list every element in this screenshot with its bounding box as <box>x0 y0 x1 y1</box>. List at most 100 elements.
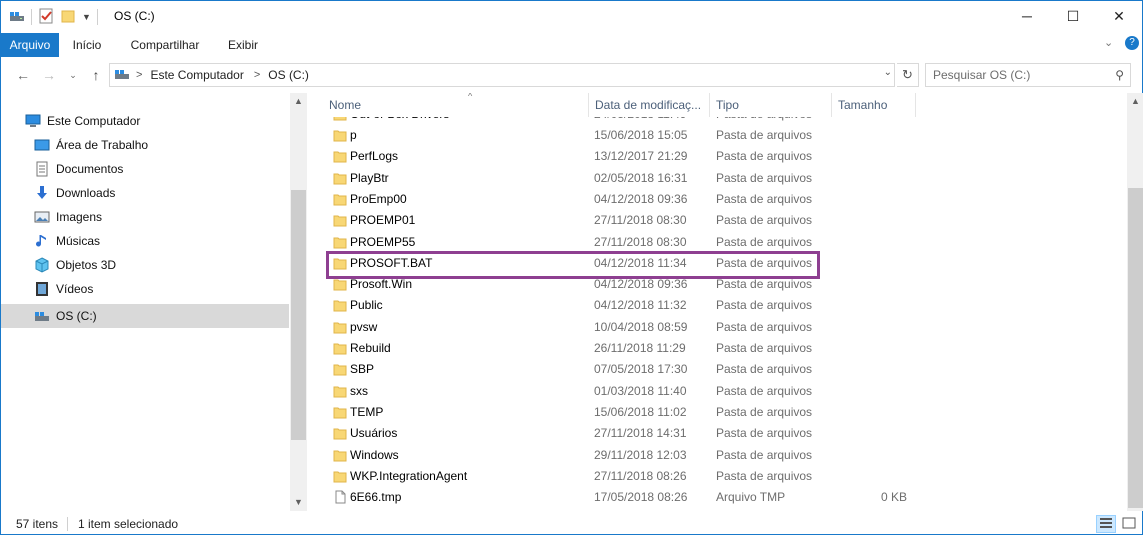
nav-item-downloads[interactable]: Downloads <box>1 181 289 205</box>
file-date: 29/11/2018 12:03 <box>594 447 687 462</box>
window-title: OS (C:) <box>114 9 155 23</box>
close-button[interactable]: ✕ <box>1096 1 1142 31</box>
nav-item-documentos[interactable]: Documentos <box>1 157 289 181</box>
list-item[interactable]: 6E66.tmp 17/05/2018 08:26 Arquivo TMP 0 KB <box>327 487 1127 508</box>
title-bar: ▼ OS (C:) ─ ☐ ✕ <box>1 1 1142 33</box>
search-input[interactable] <box>926 64 1106 86</box>
refresh-icon: ↻ <box>902 67 913 82</box>
nav-pane-scrollbar[interactable]: ▲ ▼ <box>290 93 307 511</box>
list-item[interactable]: pvsw 10/04/2018 08:59 Pasta de arquivos <box>327 317 1127 338</box>
folder-icon <box>333 128 347 142</box>
breadcrumb-separator[interactable]: > <box>136 69 142 81</box>
nav-item-label: OS (C:) <box>56 309 97 323</box>
folder-icon <box>333 171 347 185</box>
list-item[interactable]: SBP 07/05/2018 17:30 Pasta de arquivos <box>327 359 1127 380</box>
address-bar[interactable]: > Este Computador > OS (C:) ⌄ <box>109 63 895 87</box>
file-date: 15/06/2018 11:02 <box>594 404 687 419</box>
up-arrow-icon: ↑ <box>92 67 100 83</box>
file-type: Pasta de arquivos <box>716 298 813 313</box>
scrollbar-thumb[interactable] <box>1128 188 1143 508</box>
list-item[interactable]: Usuários 27/11/2018 14:31 Pasta de arquivo… <box>327 423 1127 444</box>
file-type: Pasta de arquivos <box>716 468 813 483</box>
customize-toolbar-icon[interactable]: ▼ <box>82 12 91 22</box>
search-icon[interactable]: ⚲ <box>1115 68 1124 82</box>
list-item[interactable]: p 15/06/2018 15:05 Pasta de arquivos <box>327 125 1127 146</box>
address-dropdown-icon[interactable]: ⌄ <box>884 67 892 78</box>
file-type: Pasta de arquivos <box>716 383 813 398</box>
file-type: Pasta de arquivos <box>716 404 813 419</box>
column-header-tipo[interactable]: Tipo <box>710 93 832 117</box>
nav-item-label: Imagens <box>56 210 103 224</box>
file-type: Pasta de arquivos <box>716 426 813 441</box>
recent-locations-button[interactable]: ⌄ <box>63 65 83 85</box>
list-item[interactable]: PROEMP01 27/11/2018 08:30 Pasta de arquivo… <box>327 210 1127 231</box>
list-item[interactable]: sxs 01/03/2018 11:40 Pasta de arquivos <box>327 381 1127 402</box>
file-type: Pasta de arquivos <box>716 128 813 142</box>
file-type: Pasta de arquivos <box>716 149 813 164</box>
chevron-down-icon: ⌄ <box>69 69 77 80</box>
up-button[interactable]: ↑ <box>86 65 106 85</box>
address-row: ← → ⌄ ↑ > Este Computador > OS (C:) ⌄ ↻ … <box>1 59 1142 91</box>
tab-exibir[interactable]: Exibir <box>219 33 267 57</box>
list-item[interactable]: Windows 29/11/2018 12:03 Pasta de arquivos <box>327 445 1127 466</box>
nav-item-videos[interactable]: Vídeos <box>1 277 289 301</box>
refresh-button[interactable]: ↻ <box>897 63 919 87</box>
scroll-up-icon[interactable]: ▲ <box>290 93 307 110</box>
help-icon[interactable]: ? <box>1125 36 1139 50</box>
maximize-button[interactable]: ☐ <box>1050 1 1096 31</box>
back-button[interactable]: ← <box>13 65 33 85</box>
file-name: pvsw <box>350 319 378 334</box>
folder-icon <box>333 362 347 376</box>
breadcrumb-separator[interactable]: > <box>254 69 260 81</box>
search-box[interactable]: ⚲ <box>925 63 1131 87</box>
scrollbar-thumb[interactable] <box>291 190 306 440</box>
file-list-scrollbar[interactable]: ▲ <box>1127 93 1143 511</box>
tab-inicio[interactable]: Início <box>63 33 111 57</box>
file-name: sxs <box>350 383 368 398</box>
column-header-data[interactable]: Data de modificaç... <box>589 93 710 117</box>
file-size: 0 KB <box>880 490 907 505</box>
breadcrumb-este-computador[interactable]: Este Computador <box>150 68 243 82</box>
column-header-tamanho[interactable]: Tamanho <box>832 93 916 117</box>
list-item[interactable]: TEMP 15/06/2018 11:02 Pasta de arquivos <box>327 402 1127 423</box>
explorer-window: ▼ OS (C:) ─ ☐ ✕ Arquivo Início Compartil… <box>0 0 1143 535</box>
drive-icon[interactable] <box>9 9 25 26</box>
file-date: 07/05/2018 17:30 <box>594 362 688 377</box>
details-view-button[interactable] <box>1096 515 1116 533</box>
column-header-nome[interactable]: Nome ^ <box>323 93 589 117</box>
nav-item-este-computador[interactable]: Este Computador <box>1 109 289 133</box>
minimize-button[interactable]: ─ <box>1004 1 1050 31</box>
expand-ribbon-icon[interactable]: ⌄ <box>1104 36 1113 49</box>
list-item[interactable]: PROEMP55 27/11/2018 08:30 Pasta de arquivo… <box>327 232 1127 253</box>
folder-icon <box>333 448 347 462</box>
list-item[interactable]: Rebuild 26/11/2018 11:29 Pasta de arquivos <box>327 338 1127 359</box>
nav-item-musicas[interactable]: Músicas <box>1 229 289 253</box>
drive-icon <box>34 308 50 324</box>
list-item[interactable]: ProEmp00 04/12/2018 09:36 Pasta de arquivo… <box>327 189 1127 210</box>
forward-button[interactable]: → <box>39 65 59 85</box>
file-date: 17/05/2018 08:26 <box>594 490 688 505</box>
nav-item-area-de-trabalho[interactable]: Área de Trabalho <box>1 133 289 157</box>
nav-item-os-c[interactable]: OS (C:) <box>1 304 289 328</box>
column-label: Tamanho <box>838 98 888 112</box>
scroll-down-icon[interactable]: ▼ <box>290 494 307 511</box>
tab-arquivo[interactable]: Arquivo <box>1 33 59 57</box>
file-name: Rebuild <box>350 341 391 355</box>
list-item[interactable]: PerfLogs 13/12/2017 21:29 Pasta de arquivo… <box>327 146 1127 167</box>
properties-icon[interactable] <box>38 8 54 27</box>
file-name: PlayBtr <box>350 170 389 185</box>
tab-compartilhar[interactable]: Compartilhar <box>119 33 211 57</box>
scroll-up-icon[interactable]: ▲ <box>1127 93 1143 110</box>
list-item[interactable]: WKP.IntegrationAgent 27/11/2018 08:26 Past… <box>327 466 1127 487</box>
new-folder-icon[interactable] <box>60 8 76 27</box>
file-name: ProEmp00 <box>350 191 407 206</box>
breadcrumb-os-c[interactable]: OS (C:) <box>268 68 309 82</box>
list-item[interactable]: Prosoft.Win 04/12/2018 09:36 Pasta de arqu… <box>327 274 1127 295</box>
list-item[interactable]: PROSOFT.BAT 04/12/2018 11:34 Pasta de arqu… <box>327 253 1127 274</box>
nav-item-imagens[interactable]: Imagens <box>1 205 289 229</box>
large-icons-view-button[interactable] <box>1119 515 1139 533</box>
file-date: 02/05/2018 16:31 <box>594 170 688 185</box>
list-item[interactable]: PlayBtr 02/05/2018 16:31 Pasta de arquivos <box>327 168 1127 189</box>
nav-item-objetos-3d[interactable]: Objetos 3D <box>1 253 289 277</box>
list-item[interactable]: Public 04/12/2018 11:32 Pasta de arquivos <box>327 295 1127 316</box>
